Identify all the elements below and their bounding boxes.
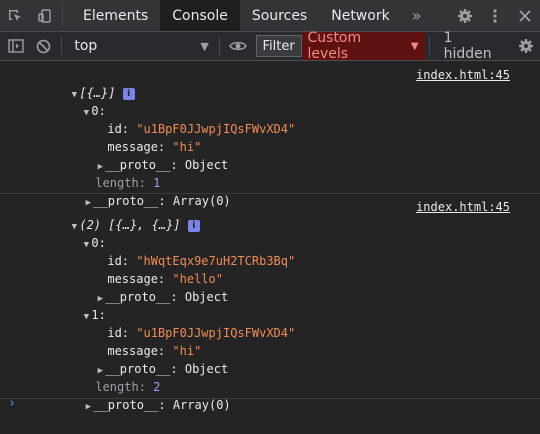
inspect-element-icon[interactable] xyxy=(0,0,30,31)
log-summary-row[interactable]: ▼ (2) [{…}, {…}] i index.html:45 xyxy=(0,198,540,232)
tree-row[interactable]: ▶ __proto__: Array(0) xyxy=(0,174,540,208)
levels-caret-icon: ▼ xyxy=(410,40,419,52)
clear-console-icon[interactable] xyxy=(30,32,58,60)
console-prompt-input[interactable]: › xyxy=(0,395,540,413)
log-levels-dropdown[interactable]: Custom levels ▼ xyxy=(301,30,425,62)
devtools-tab-bar: Elements Console Sources Network » xyxy=(0,0,540,32)
source-link[interactable]: index.html:45 xyxy=(416,198,510,216)
tree-row: id: "u1BpF0JJwpjIQsFWvXD4" xyxy=(0,306,540,340)
source-link[interactable]: index.html:45 xyxy=(416,66,510,84)
tree-row[interactable]: ▼ 0: xyxy=(0,216,540,250)
tree-row: id: "hWqtEqx9e7uH2TCRb3Bq" xyxy=(0,234,540,268)
hidden-messages-count[interactable]: 1 hidden xyxy=(434,30,513,62)
tab-network[interactable]: Network xyxy=(319,0,401,31)
console-log-entry: ▼ (2) [{…}, {…}] i index.html:45 ▼ 0: id: … xyxy=(0,194,540,412)
sidebar-toggle-icon[interactable] xyxy=(2,32,30,60)
tree-row[interactable]: ▼ 0: xyxy=(0,84,540,118)
log-levels-label: Custom levels xyxy=(307,30,362,62)
toolbar-divider xyxy=(428,37,430,55)
toolbar-divider xyxy=(62,6,63,25)
tab-elements[interactable]: Elements xyxy=(71,0,160,31)
toolbar-divider xyxy=(61,37,63,55)
close-icon[interactable] xyxy=(510,0,540,31)
toolbar-divider xyxy=(218,37,220,55)
tree-row[interactable]: ▶ __proto__: Array(0) xyxy=(0,378,540,412)
tree-row: length: 1 xyxy=(0,156,540,190)
console-toolbar: top ▼ Filter Custom levels ▼ 1 hidden xyxy=(0,30,540,62)
tree-row: message: "hello" xyxy=(0,252,540,286)
more-vert-icon[interactable] xyxy=(480,0,510,31)
log-summary-row[interactable]: ▼ [{…}] i index.html:45 xyxy=(0,66,540,100)
tree-row[interactable]: ▼ 1: xyxy=(0,288,540,322)
eye-icon[interactable] xyxy=(224,32,252,60)
context-value: top xyxy=(74,38,98,54)
more-tabs-button[interactable]: » xyxy=(402,0,432,31)
tree-row: message: "hi" xyxy=(0,324,540,358)
console-messages: ▼ [{…}] i index.html:45 ▼ 0: id: "u1BpF0JJ… xyxy=(0,61,540,428)
tab-console[interactable]: Console xyxy=(160,0,240,31)
settings-gear-icon[interactable] xyxy=(450,0,480,31)
prompt-chevron-icon: › xyxy=(8,396,16,411)
console-settings-gear-icon[interactable] xyxy=(512,32,540,60)
filter-input[interactable]: Filter xyxy=(255,35,302,57)
console-log-entry: ▼ [{…}] i index.html:45 ▼ 0: id: "u1BpF0JJ… xyxy=(0,61,540,208)
tree-row[interactable]: ▶ __proto__: Object xyxy=(0,138,540,172)
tree-row: length: 2 xyxy=(0,360,540,394)
device-toolbar-icon[interactable] xyxy=(30,0,60,31)
context-selector[interactable]: top ▼ xyxy=(66,35,214,57)
tree-row[interactable]: ▶ __proto__: Object xyxy=(0,270,540,304)
tab-sources[interactable]: Sources xyxy=(240,0,319,31)
tree-row: id: "u1BpF0JJwpjIQsFWvXD4" xyxy=(0,102,540,136)
tree-row[interactable]: ▶ __proto__: Object xyxy=(0,342,540,376)
dropdown-caret-icon: ▼ xyxy=(200,39,209,53)
tree-row: message: "hi" xyxy=(0,120,540,154)
